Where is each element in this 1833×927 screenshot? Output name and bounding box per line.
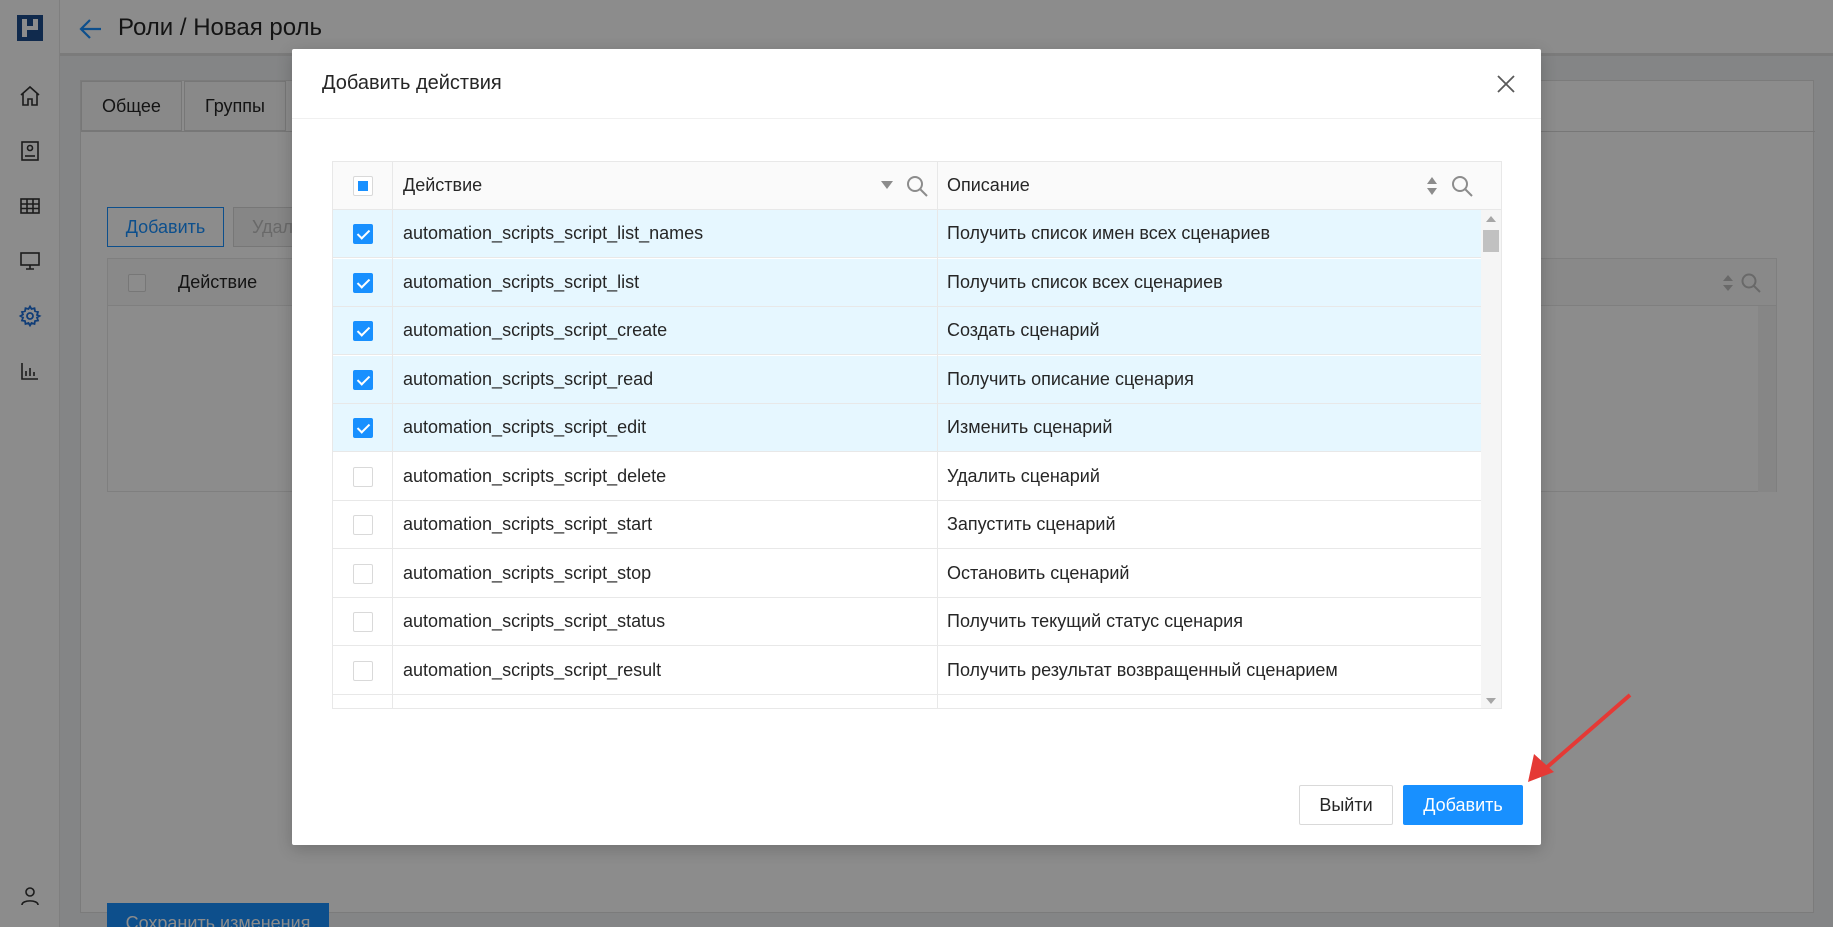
table-row[interactable]: automation_scripts_script_start Запустить… xyxy=(333,501,1481,549)
row-checkbox[interactable] xyxy=(353,466,373,487)
cell-action: automation_scripts_script_status xyxy=(403,611,666,631)
cell-description: Изменить сценарий xyxy=(947,417,1113,437)
add-button[interactable]: Добавить xyxy=(1403,785,1523,825)
table-row[interactable]: automation_scripts_script_result Получить… xyxy=(333,647,1481,695)
cell-description: Остановить сценарий xyxy=(947,562,1130,583)
search-icon[interactable] xyxy=(905,174,929,198)
cell-action: automation_scripts_script_list xyxy=(403,271,640,292)
row-checkbox[interactable] xyxy=(353,418,373,438)
cell-action: automation_scripts_script_result xyxy=(403,659,662,680)
cell-description: Получить список всех сценариев xyxy=(947,271,1223,292)
scroll-up-icon[interactable] xyxy=(1486,216,1496,222)
cell-description: Получить результат возвращенный сценарие… xyxy=(947,659,1338,680)
cell-description: Получить текущий статус сценария xyxy=(947,611,1243,631)
cell-description: Получить описание сценария xyxy=(947,368,1194,389)
table-row[interactable]: automation_scripts_script_stop Остановить… xyxy=(333,550,1481,598)
table-row[interactable]: automation_scripts_script_edit Изменить с… xyxy=(333,404,1481,452)
filter-dropdown-icon[interactable] xyxy=(880,180,894,190)
row-checkbox[interactable] xyxy=(353,321,373,341)
cell-description: Создать сценарий xyxy=(947,320,1100,340)
row-checkbox[interactable] xyxy=(353,612,373,632)
cell-action: automation_scripts_script_read xyxy=(403,368,654,389)
cell-action: automation_scripts_script_delete xyxy=(403,465,667,486)
scroll-thumb[interactable] xyxy=(1483,230,1499,252)
row-checkbox[interactable] xyxy=(353,272,373,293)
row-checkbox[interactable] xyxy=(353,369,373,390)
add-actions-dialog: Добавить действия Действие Описание auto… xyxy=(292,49,1541,845)
close-button[interactable] xyxy=(1493,71,1519,97)
table-row[interactable]: automation_scripts_script_list_names Полу… xyxy=(333,210,1481,258)
select-all-checkbox[interactable] xyxy=(353,176,373,196)
search-icon[interactable] xyxy=(1450,174,1474,198)
row-checkbox[interactable] xyxy=(353,224,373,244)
dialog-header: Добавить действия xyxy=(292,49,1541,119)
table-row[interactable] xyxy=(333,695,1481,708)
exit-button[interactable]: Выйти xyxy=(1299,785,1393,825)
table-row[interactable]: automation_scripts_script_status Получить… xyxy=(333,598,1481,646)
row-checkbox[interactable] xyxy=(353,515,373,535)
cell-description: Запустить сценарий xyxy=(947,514,1116,534)
grid-scrollbar[interactable] xyxy=(1481,210,1501,708)
cell-action: automation_scripts_script_start xyxy=(403,514,653,534)
cell-description: Удалить сценарий xyxy=(947,465,1100,486)
sort-icon[interactable] xyxy=(1426,175,1438,197)
dialog-title: Добавить действия xyxy=(322,72,502,94)
scroll-down-icon[interactable] xyxy=(1486,698,1496,704)
table-row[interactable]: automation_scripts_script_list Получить с… xyxy=(333,258,1481,307)
cell-action: automation_scripts_script_list_names xyxy=(403,223,704,243)
cell-action: automation_scripts_script_create xyxy=(403,320,668,340)
cell-action: automation_scripts_script_stop xyxy=(403,562,652,583)
column-header-description: Описание xyxy=(947,175,1030,195)
column-header-action: Действие xyxy=(403,175,483,195)
row-checkbox[interactable] xyxy=(353,660,373,681)
cell-action: automation_scripts_script_edit xyxy=(403,417,647,437)
table-row[interactable]: automation_scripts_script_create Создать … xyxy=(333,307,1481,355)
annotation-arrow-icon xyxy=(1528,693,1632,782)
cell-description: Получить список имен всех сценариев xyxy=(947,223,1271,243)
grid-body: automation_scripts_script_list_names Полу… xyxy=(333,210,1481,708)
table-row[interactable]: automation_scripts_script_read Получить о… xyxy=(333,355,1481,404)
row-checkbox[interactable] xyxy=(353,563,373,584)
table-row[interactable]: automation_scripts_script_delete Удалить … xyxy=(333,453,1481,501)
close-icon xyxy=(1497,75,1515,93)
actions-grid: Действие Описание automation_scripts_scr… xyxy=(332,161,1502,709)
grid-header: Действие Описание xyxy=(333,162,1501,210)
